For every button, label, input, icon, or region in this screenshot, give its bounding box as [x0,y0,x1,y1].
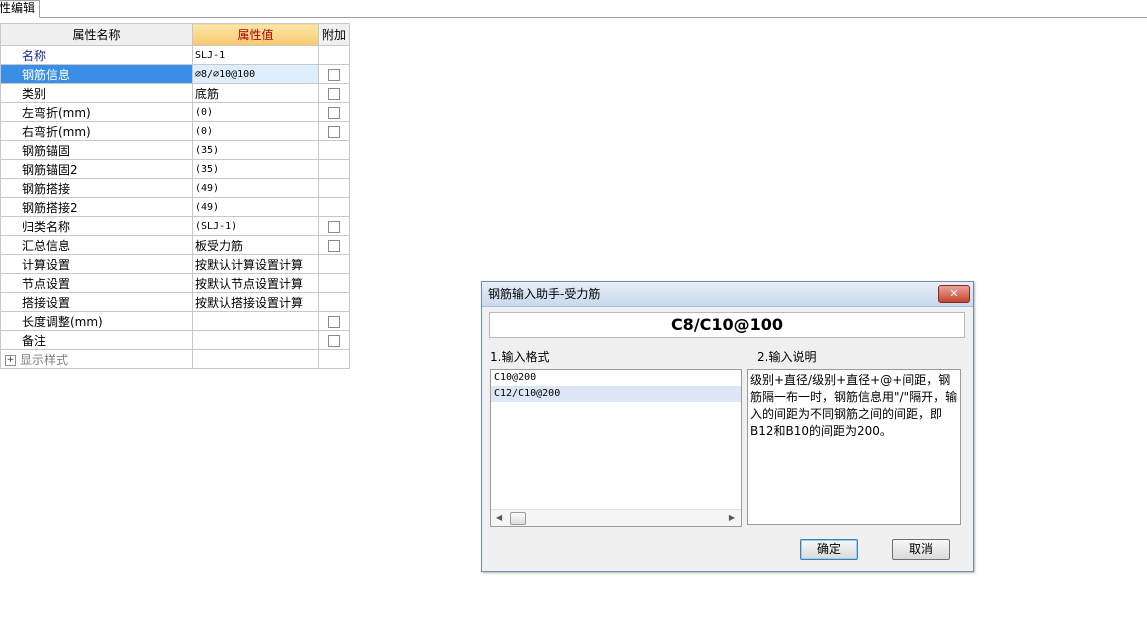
rebar-value-display[interactable]: C8/C10@100 [489,312,965,338]
row-name: 钢筋信息 [0,64,193,84]
row-extra [318,254,350,274]
expand-icon[interactable]: + [5,354,16,366]
grid-row[interactable]: 汇总信息 板受力筋 [0,235,350,255]
format-label: 1.输入格式 [490,350,550,364]
row-value[interactable]: (35) [192,159,319,179]
row-name: 钢筋锚固 [0,140,193,160]
row-value[interactable]: (49) [192,178,319,198]
extra-checkbox[interactable] [328,220,340,233]
grid-row[interactable]: 钢筋搭接2 (49) [0,197,350,217]
row-value[interactable]: ⌀8/⌀10@100 [192,64,319,84]
scroll-thumb[interactable] [510,512,526,525]
row-value [192,349,319,369]
row-name: 计算设置 [0,254,193,274]
grid-row[interactable]: 钢筋锚固2 (35) [0,159,350,179]
ok-button[interactable]: 确定 [800,539,858,560]
grid-row[interactable]: 名称 SLJ-1 [0,45,350,65]
row-name: 归类名称 [0,216,193,236]
description-label: 2.输入说明 [757,350,817,364]
row-name: 长度调整(mm) [0,311,193,331]
row-value[interactable]: (SLJ-1) [192,216,319,236]
row-value[interactable]: (35) [192,140,319,160]
row-name: 类别 [0,83,193,103]
row-extra [318,178,350,198]
row-value[interactable]: 按默认计算设置计算 [192,254,319,274]
extra-checkbox[interactable] [328,68,340,81]
extra-checkbox[interactable] [328,315,340,328]
row-name: 钢筋搭接2 [0,197,193,217]
scroll-right-icon[interactable]: ▶ [729,513,735,522]
tab-bar: 性编辑 [0,0,1147,18]
row-value[interactable]: SLJ-1 [192,45,319,65]
row-value[interactable] [192,330,319,350]
extra-checkbox[interactable] [328,106,340,119]
row-extra [318,140,350,160]
row-extra [318,349,350,369]
tab-property-editor[interactable]: 性编辑 [0,0,41,18]
grid-row-expandable[interactable]: + 显示样式 [0,349,350,369]
row-name: 显示样式 [20,352,69,367]
scroll-left-icon[interactable]: ◀ [496,513,502,522]
list-item-selected[interactable]: C12/C10@200 [491,386,741,402]
row-value[interactable]: 按默认搭接设置计算 [192,292,319,312]
row-name: 汇总信息 [0,235,193,255]
header-property-name[interactable]: 属性名称 [0,23,193,46]
list-item[interactable]: C10@200 [491,370,741,386]
dialog-title-bar[interactable]: 钢筋输入助手-受力筋 ✕ [482,282,973,307]
dialog-title: 钢筋输入助手-受力筋 [488,287,601,301]
grid-row[interactable]: 钢筋锚固 (35) [0,140,350,160]
row-name: 左弯折(mm) [0,102,193,122]
rebar-input-dialog: 钢筋输入助手-受力筋 ✕ C8/C10@100 1.输入格式 2.输入说明 C1… [481,281,974,572]
grid-row-selected[interactable]: 钢筋信息 ⌀8/⌀10@100 [0,64,350,84]
close-icon[interactable]: ✕ [938,285,970,303]
header-property-value[interactable]: 属性值 [192,23,319,46]
grid-row[interactable]: 归类名称 (SLJ-1) [0,216,350,236]
row-value[interactable] [192,311,319,331]
row-name: 名称 [0,45,193,65]
grid-row[interactable]: 搭接设置 按默认搭接设置计算 [0,292,350,312]
row-extra [318,273,350,293]
format-list[interactable]: C10@200 C12/C10@200 ◀ ▶ [490,369,742,527]
row-value[interactable]: (0) [192,102,319,122]
horizontal-scrollbar[interactable]: ◀ ▶ [491,509,741,526]
row-extra [318,292,350,312]
grid-row[interactable]: 右弯折(mm) (0) [0,121,350,141]
row-name: 节点设置 [0,273,193,293]
grid-row[interactable]: 钢筋搭接 (49) [0,178,350,198]
header-extra[interactable]: 附加 [318,23,350,46]
description-text: 级别+直径/级别+直径+@+间距，钢筋隔一布一时，钢筋信息用"/"隔开，输入的间… [747,369,961,525]
property-grid: 属性名称 属性值 附加 名称 SLJ-1 钢筋信息 ⌀8/⌀10@100 类别 … [0,23,350,369]
row-extra [318,159,350,179]
extra-checkbox[interactable] [328,239,340,252]
row-value[interactable]: (49) [192,197,319,217]
grid-row[interactable]: 备注 [0,330,350,350]
extra-checkbox[interactable] [328,334,340,347]
row-name: 备注 [0,330,193,350]
row-value[interactable]: (0) [192,121,319,141]
row-value[interactable]: 板受力筋 [192,235,319,255]
row-name: 搭接设置 [0,292,193,312]
row-value[interactable]: 底筋 [192,83,319,103]
cancel-button[interactable]: 取消 [892,539,950,560]
row-extra [318,197,350,217]
row-name: 钢筋搭接 [0,178,193,198]
grid-row[interactable]: 计算设置 按默认计算设置计算 [0,254,350,274]
row-extra [318,45,350,65]
grid-row[interactable]: 节点设置 按默认节点设置计算 [0,273,350,293]
row-value[interactable]: 按默认节点设置计算 [192,273,319,293]
grid-row[interactable]: 长度调整(mm) [0,311,350,331]
row-name: 右弯折(mm) [0,121,193,141]
row-name: 钢筋锚固2 [0,159,193,179]
extra-checkbox[interactable] [328,87,340,100]
grid-row[interactable]: 左弯折(mm) (0) [0,102,350,122]
grid-row[interactable]: 类别 底筋 [0,83,350,103]
extra-checkbox[interactable] [328,125,340,138]
